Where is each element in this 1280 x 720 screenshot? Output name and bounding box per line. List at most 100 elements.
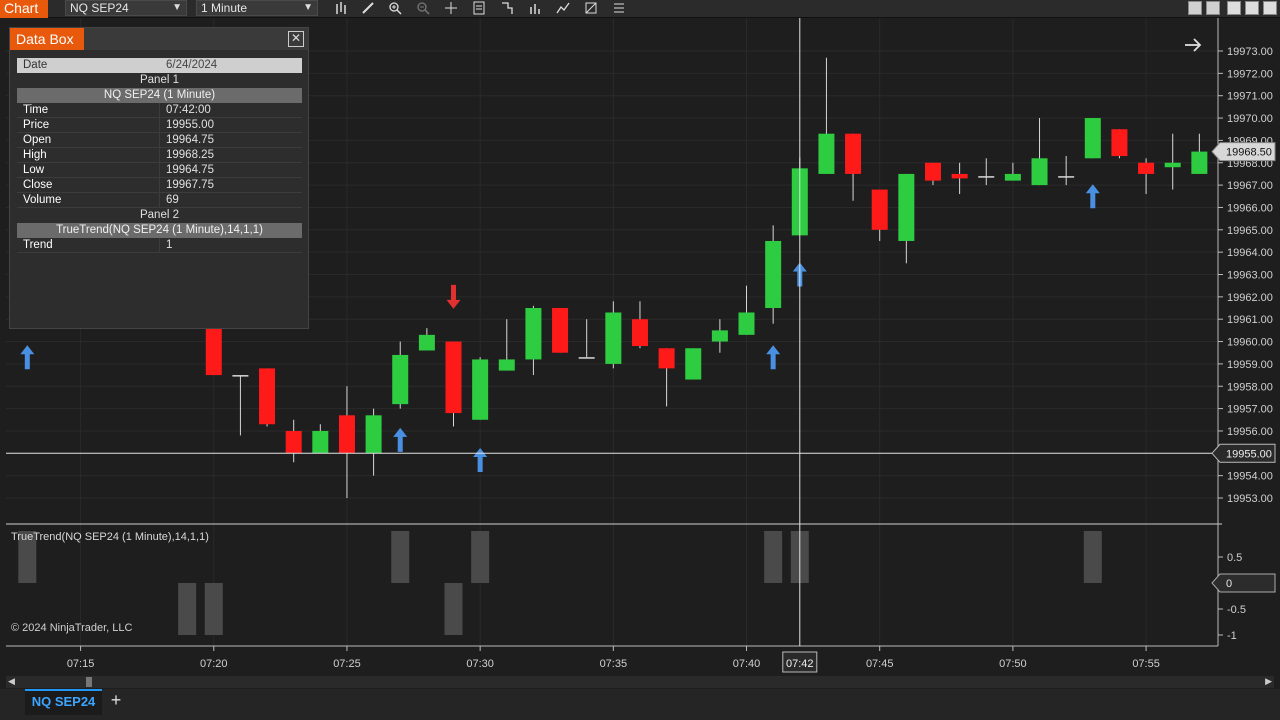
candle-body [445, 341, 462, 414]
candle-body [711, 330, 728, 342]
row-label: Time [23, 104, 49, 116]
chevron-down-icon: ▼ [172, 2, 182, 13]
candle-body [1164, 162, 1181, 168]
data-box-row: Time 07:42:00 [17, 103, 302, 118]
row-value: 19955.00 [166, 119, 214, 131]
scrollbar-thumb[interactable] [86, 677, 92, 687]
trend-bar [444, 583, 463, 635]
scroll-right-icon[interactable] [1185, 38, 1202, 52]
properties-icon[interactable] [468, 0, 490, 16]
horizontal-scrollbar[interactable]: ◀ ▶ [6, 676, 1274, 688]
data-box-panel[interactable]: Data Box ✕ Date 6/24/2024 Panel 1 NQ SEP… [9, 27, 309, 329]
time-tick-label: 07:50 [999, 658, 1027, 670]
series1-label: NQ SEP24 (1 Minute) [17, 88, 302, 103]
time-tick-label: 07:15 [67, 658, 95, 670]
link-icon[interactable] [1206, 1, 1220, 15]
date-value: 6/24/2024 [166, 59, 218, 71]
trend-bar [178, 583, 197, 635]
data-box-row: Low 19964.75 [17, 163, 302, 178]
candle-body [871, 189, 888, 230]
candle-body [818, 133, 835, 174]
trend-bar [764, 531, 783, 583]
up-arrow-icon [766, 345, 781, 370]
candle-body [658, 348, 675, 369]
data-box-row: Volume 69 [17, 193, 302, 208]
up-arrow-icon [1085, 184, 1100, 209]
price-tick-label: 19956.00 [1227, 426, 1273, 438]
pin-icon[interactable] [1188, 1, 1202, 15]
zoom-in-icon[interactable] [384, 0, 406, 16]
candle-body [312, 430, 329, 454]
scroll-left-icon[interactable]: ◀ [8, 676, 15, 687]
chart-title-tab[interactable]: Chart [0, 0, 48, 18]
scroll-right-arrow-icon[interactable]: ▶ [1265, 676, 1272, 687]
candle-body [525, 308, 542, 360]
candle-body [951, 173, 968, 179]
candle-body [472, 359, 489, 420]
crosshair-icon[interactable] [440, 0, 462, 16]
close-icon[interactable]: ✕ [288, 31, 304, 47]
data-box-titlebar[interactable]: ✕ [84, 28, 308, 50]
truetrend-panel [18, 531, 1102, 635]
price-tick-label: 19965.00 [1227, 225, 1273, 237]
price-tick-label: 19972.00 [1227, 68, 1273, 80]
candles [205, 57, 1208, 498]
price-tick-label: 19973.00 [1227, 46, 1273, 58]
row-label: Open [23, 134, 52, 146]
zoom-out-icon[interactable] [412, 0, 434, 16]
candle-body [631, 319, 648, 347]
price-tick-label: 19960.00 [1227, 337, 1273, 349]
arrow-shape [1085, 184, 1100, 209]
candle-body [978, 176, 995, 178]
price-tick-label: 19961.00 [1227, 314, 1273, 326]
add-tab-button[interactable]: + [107, 691, 125, 710]
instrument-selector[interactable]: NQ SEP24 ▼ [65, 0, 187, 16]
indicator-tick-label: 0.5 [1227, 552, 1242, 564]
candle-body [765, 240, 782, 309]
draw-icon[interactable] [357, 0, 379, 16]
arrow-shape [766, 345, 781, 370]
arrow-shape [473, 448, 488, 473]
time-tick-label: 07:25 [333, 658, 361, 670]
copyright-text: © 2024 NinjaTrader, LLC [11, 622, 133, 634]
trend-bar [204, 583, 223, 635]
strategies-icon[interactable] [496, 0, 518, 16]
maximize-icon[interactable] [1245, 1, 1259, 15]
candle-body [259, 368, 276, 425]
indicators-icon[interactable] [524, 0, 546, 16]
menu-icon[interactable] [608, 0, 630, 16]
price-tick-label: 19970.00 [1227, 113, 1273, 125]
interval-selector-value: 1 Minute [201, 1, 248, 15]
data-box-title[interactable]: Data Box [10, 28, 84, 50]
candle-body [365, 415, 382, 454]
interval-selector[interactable]: 1 Minute ▼ [196, 0, 318, 16]
price-tick-label: 19957.00 [1227, 404, 1273, 416]
candle-body [285, 430, 302, 454]
last-price-label: 19968.50 [1226, 147, 1272, 159]
up-arrow-icon [20, 345, 35, 370]
up-arrow-icon [393, 427, 408, 452]
price-tick-label: 19971.00 [1227, 91, 1273, 103]
data-box-row: High 19968.25 [17, 148, 302, 163]
candle-body [738, 312, 755, 335]
candle-body [338, 415, 355, 454]
bar-type-icon[interactable] [330, 0, 352, 16]
candle-body [924, 162, 941, 181]
chart-trader-icon[interactable] [552, 0, 574, 16]
minimize-icon[interactable] [1227, 1, 1241, 15]
row-value: 69 [166, 194, 179, 206]
candle-body [605, 312, 622, 364]
candle-body [392, 354, 409, 405]
close-icon[interactable] [1263, 1, 1277, 15]
candle-body [1031, 158, 1048, 186]
candle-body [232, 375, 249, 377]
tab-nq-sep24[interactable]: NQ SEP24 [25, 689, 102, 715]
candle-body [685, 348, 702, 380]
crosshair-price-label: 19955.00 [1226, 448, 1272, 460]
time-tick-label: 07:30 [466, 658, 494, 670]
data-box-row: Price 19955.00 [17, 118, 302, 133]
templates-icon[interactable] [580, 0, 602, 16]
candle-body [1004, 173, 1021, 181]
candle-body [1111, 129, 1128, 157]
panel2-label: Panel 2 [139, 209, 179, 221]
